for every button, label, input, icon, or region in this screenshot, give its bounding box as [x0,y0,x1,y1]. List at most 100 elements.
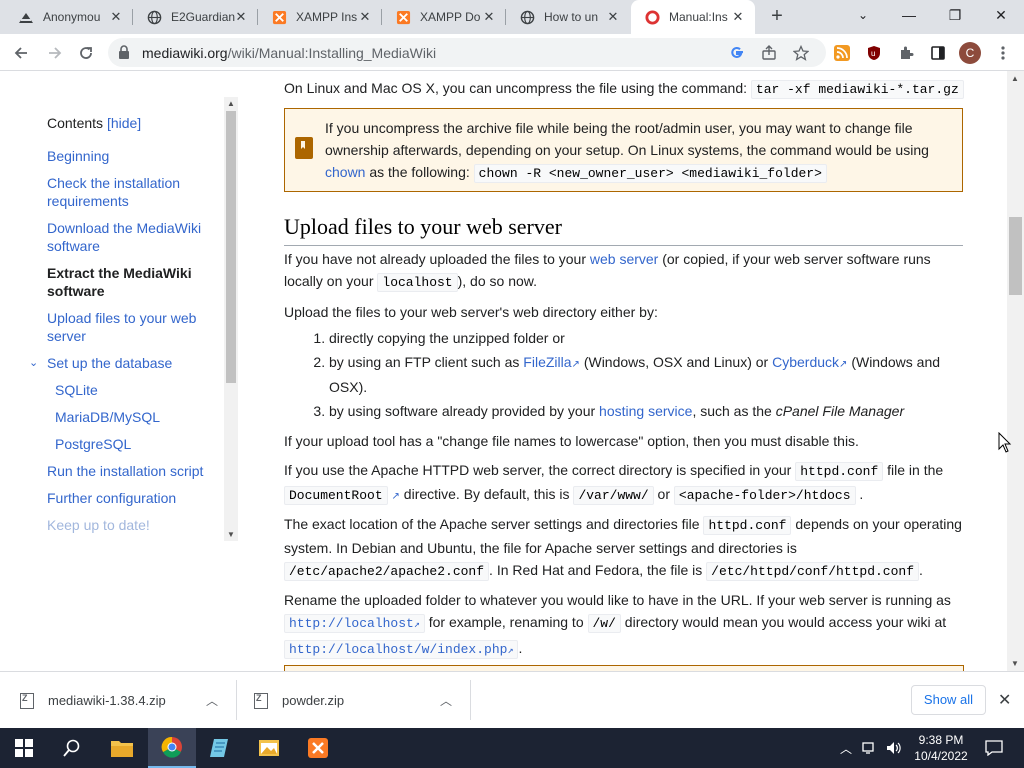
reload-button[interactable] [73,40,99,66]
close-window-button[interactable]: ✕ [978,0,1024,30]
toc-item-download[interactable]: Download the MediaWiki software [47,219,217,255]
upload-methods-list: directly copying the unzipped folder or … [329,327,964,424]
cyberduck-link[interactable]: Cyberduck↗ [772,354,847,370]
toc-scrollbar[interactable]: ▲ ▼ [224,97,238,541]
forward-button[interactable] [42,40,68,66]
close-tab-icon[interactable]: ✕ [606,10,620,24]
file-explorer-icon[interactable] [98,728,146,768]
page-scroll-thumb[interactable] [1009,217,1022,295]
toc-item-keep-up-to-date[interactable]: Keep up to date! [47,516,217,534]
external-link-icon: ↗ [839,359,848,370]
volume-icon[interactable] [883,728,905,768]
xampp-icon [271,9,287,25]
text: . [919,562,923,578]
scroll-down-icon[interactable]: ▼ [1011,659,1019,668]
tab-anonymous[interactable]: Anonymou ✕ [0,0,133,34]
toc-item-upload[interactable]: Upload files to your web server [47,309,217,345]
external-link-icon[interactable]: ↗ [392,491,400,502]
network-icon[interactable] [859,728,881,768]
toc-item-extract[interactable]: Extract the MediaWiki software [47,264,217,300]
back-button[interactable] [8,40,34,66]
table-of-contents: Contents [hide] Beginning Check the inst… [29,115,217,543]
scroll-up-icon[interactable]: ▲ [227,99,235,108]
text: directive. By default, this is [403,486,570,502]
note-box: If you uncompress the archive file while… [284,108,963,192]
filezilla-link[interactable]: FileZilla↗ [523,354,580,370]
tab-xampp-docs[interactable]: XAMPP Do ✕ [382,0,506,34]
divider [470,680,471,720]
toc-hide-link[interactable]: [hide] [107,115,141,131]
toc-scroll-thumb[interactable] [226,111,236,383]
tab-title: XAMPP Do [420,10,481,24]
globe-icon [146,9,162,25]
system-clock[interactable]: 9:38 PM 10/4/2022 [906,732,976,764]
toc-title: Contents [47,115,104,131]
tab-how-to[interactable]: How to un ✕ [506,0,630,34]
toc-item-postgresql[interactable]: PostgreSQL [47,435,217,453]
profile-avatar[interactable]: C [959,42,981,64]
address-bar[interactable]: mediawiki.org/wiki/Manual:Installing_Med… [108,38,826,67]
chevron-down-icon[interactable]: ⌄ [29,354,38,372]
hosting-service-link[interactable]: hosting service [599,403,692,419]
toc-item-check-requirements[interactable]: Check the installation requirements [47,174,217,210]
browser-tab-strip: Anonymou ✕ E2Guardian ✕ XAMPP Ins ✕ XAMP… [0,0,1024,34]
toc-item-sqlite[interactable]: SQLite [47,381,217,399]
photos-icon[interactable] [245,728,293,768]
tab-search-icon[interactable]: ⌄ [840,0,886,30]
chown-link[interactable]: chown [325,164,365,180]
start-button[interactable] [0,728,48,768]
search-button[interactable] [48,728,96,768]
minimize-button[interactable]: — [886,0,932,30]
chevron-up-icon[interactable]: ︿ [206,692,218,709]
tab-manual-installing[interactable]: Manual:Ins ✕ [631,0,755,34]
bookmark-note-icon [295,137,313,159]
localhost-url-code[interactable]: http://localhost↗ [284,614,425,633]
clock-date: 10/4/2022 [914,749,968,763]
notepad-icon[interactable] [196,728,244,768]
toc-item-further-config[interactable]: Further configuration [47,489,217,507]
chevron-up-icon[interactable]: ︿ [440,692,452,709]
share-icon[interactable] [756,40,782,66]
external-link-icon: ↗ [413,620,420,631]
tab-xampp-install[interactable]: XAMPP Ins ✕ [258,0,382,34]
tab-e2guardian[interactable]: E2Guardian ✕ [133,0,258,34]
download-item[interactable]: powder.zip ︿ [254,672,469,729]
scroll-up-icon[interactable]: ▲ [1011,74,1019,83]
close-tab-icon[interactable]: ✕ [358,10,372,24]
scroll-down-icon[interactable]: ▼ [227,530,235,539]
toc-item-beginning[interactable]: Beginning [47,147,217,165]
close-tab-icon[interactable]: ✕ [109,10,123,24]
restore-button[interactable]: ❐ [932,0,978,30]
extensions-icon[interactable] [893,40,919,66]
side-panel-icon[interactable] [925,40,951,66]
show-hidden-icons-chevron[interactable]: ︿ [836,728,856,768]
chown-code: chown -R <new_owner_user> <mediawiki_fol… [473,164,827,183]
close-tab-icon[interactable]: ✕ [731,10,745,24]
bookmark-star-icon[interactable] [788,40,814,66]
toc-item-database[interactable]: ⌄ Set up the database [29,354,217,372]
close-downloads-icon[interactable]: ✕ [998,690,1011,710]
new-tab-button[interactable]: + [766,6,788,28]
google-lens-icon[interactable] [724,40,750,66]
page-content: Contents [hide] Beginning Check the inst… [0,71,1024,671]
download-filename: powder.zip [282,693,345,708]
web-server-link[interactable]: web server [590,251,658,267]
toc-item-run-script[interactable]: Run the installation script [47,462,217,480]
rss-extension-icon[interactable] [829,40,855,66]
text: Rename the uploaded folder to whatever y… [284,592,951,608]
section-heading: Upload files to your web server [284,213,963,246]
menu-kebab-icon[interactable] [990,40,1016,66]
xampp-taskbar-icon[interactable] [294,728,342,768]
notification-icon[interactable] [982,728,1006,768]
chrome-taskbar-icon[interactable] [148,728,196,768]
wiki-url-code[interactable]: http://localhost/w/index.php↗ [284,640,519,659]
close-tab-icon[interactable]: ✕ [482,10,496,24]
show-all-button[interactable]: Show all [911,685,986,715]
toc-item-mariadb[interactable]: MariaDB/MySQL [47,408,217,426]
close-tab-icon[interactable]: ✕ [234,10,248,24]
ublock-icon[interactable]: u [861,40,887,66]
text: . [518,640,523,656]
lock-icon[interactable] [118,45,132,59]
page-scrollbar[interactable]: ▲ ▼ [1007,71,1024,671]
download-item[interactable]: mediawiki-1.38.4.zip ︿ [20,672,235,729]
